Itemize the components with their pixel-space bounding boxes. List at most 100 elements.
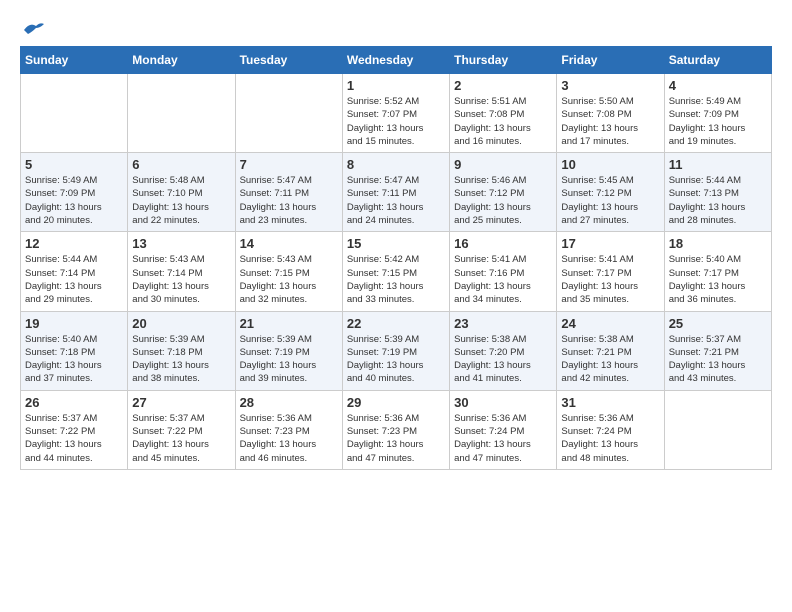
day-number: 31 <box>561 395 659 410</box>
calendar-header-tuesday: Tuesday <box>235 47 342 74</box>
day-number: 21 <box>240 316 338 331</box>
calendar-cell: 4 Sunrise: 5:49 AM Sunset: 7:09 PM Daylig… <box>664 74 771 153</box>
calendar-cell: 8Sunrise: 5:47 AM Sunset: 7:11 PM Daylig… <box>342 153 449 232</box>
day-info: Sunrise: 5:38 AM Sunset: 7:20 PM Dayligh… <box>454 333 552 386</box>
calendar-cell: 16Sunrise: 5:41 AM Sunset: 7:16 PM Dayli… <box>450 232 557 311</box>
day-info: Sunrise: 5:50 AM Sunset: 7:08 PM Dayligh… <box>561 95 659 148</box>
day-info: Sunrise: 5:41 AM Sunset: 7:16 PM Dayligh… <box>454 253 552 306</box>
calendar-header-sunday: Sunday <box>21 47 128 74</box>
day-info: Sunrise: 5:43 AM Sunset: 7:14 PM Dayligh… <box>132 253 230 306</box>
calendar-cell: 3 Sunrise: 5:50 AM Sunset: 7:08 PM Daylig… <box>557 74 664 153</box>
day-info: Sunrise: 5:48 AM Sunset: 7:10 PM Dayligh… <box>132 174 230 227</box>
day-number: 24 <box>561 316 659 331</box>
day-number: 23 <box>454 316 552 331</box>
day-info: Sunrise: 5:36 AM Sunset: 7:23 PM Dayligh… <box>347 412 445 465</box>
day-info: Sunrise: 5:38 AM Sunset: 7:21 PM Dayligh… <box>561 333 659 386</box>
calendar-cell: 27 Sunrise: 5:37 AM Sunset: 7:22 PM Dayli… <box>128 390 235 469</box>
day-number: 2 <box>454 78 552 93</box>
calendar-cell: 11 Sunrise: 5:44 AM Sunset: 7:13 PM Dayli… <box>664 153 771 232</box>
day-number: 4 <box>669 78 767 93</box>
day-info: Sunrise: 5:39 AM Sunset: 7:19 PM Dayligh… <box>240 333 338 386</box>
calendar-cell <box>235 74 342 153</box>
day-number: 19 <box>25 316 123 331</box>
day-number: 17 <box>561 236 659 251</box>
calendar-cell: 14 Sunrise: 5:43 AM Sunset: 7:15 PM Dayli… <box>235 232 342 311</box>
day-info: Sunrise: 5:40 AM Sunset: 7:18 PM Dayligh… <box>25 333 123 386</box>
day-number: 5 <box>25 157 123 172</box>
day-info: Sunrise: 5:49 AM Sunset: 7:09 PM Dayligh… <box>669 95 767 148</box>
day-info: Sunrise: 5:47 AM Sunset: 7:11 PM Dayligh… <box>347 174 445 227</box>
calendar-cell: 20 Sunrise: 5:39 AM Sunset: 7:18 PM Dayli… <box>128 311 235 390</box>
calendar-cell: 18 Sunrise: 5:40 AM Sunset: 7:17 PM Dayli… <box>664 232 771 311</box>
calendar-cell: 29Sunrise: 5:36 AM Sunset: 7:23 PM Dayli… <box>342 390 449 469</box>
day-info: Sunrise: 5:47 AM Sunset: 7:11 PM Dayligh… <box>240 174 338 227</box>
calendar-cell: 30 Sunrise: 5:36 AM Sunset: 7:24 PM Dayli… <box>450 390 557 469</box>
calendar-week-row: 1 Sunrise: 5:52 AM Sunset: 7:07 PM Daylig… <box>21 74 772 153</box>
calendar-cell: 17 Sunrise: 5:41 AM Sunset: 7:17 PM Dayli… <box>557 232 664 311</box>
day-number: 10 <box>561 157 659 172</box>
calendar-week-row: 26 Sunrise: 5:37 AM Sunset: 7:22 PM Dayli… <box>21 390 772 469</box>
calendar-cell: 31 Sunrise: 5:36 AM Sunset: 7:24 PM Dayli… <box>557 390 664 469</box>
calendar-cell: 26 Sunrise: 5:37 AM Sunset: 7:22 PM Dayli… <box>21 390 128 469</box>
day-info: Sunrise: 5:52 AM Sunset: 7:07 PM Dayligh… <box>347 95 445 148</box>
day-number: 11 <box>669 157 767 172</box>
day-number: 1 <box>347 78 445 93</box>
day-info: Sunrise: 5:37 AM Sunset: 7:22 PM Dayligh… <box>25 412 123 465</box>
day-info: Sunrise: 5:37 AM Sunset: 7:21 PM Dayligh… <box>669 333 767 386</box>
day-info: Sunrise: 5:39 AM Sunset: 7:18 PM Dayligh… <box>132 333 230 386</box>
calendar-cell: 21 Sunrise: 5:39 AM Sunset: 7:19 PM Dayli… <box>235 311 342 390</box>
calendar-cell: 6 Sunrise: 5:48 AM Sunset: 7:10 PM Daylig… <box>128 153 235 232</box>
day-number: 20 <box>132 316 230 331</box>
day-number: 6 <box>132 157 230 172</box>
calendar-header-saturday: Saturday <box>664 47 771 74</box>
day-info: Sunrise: 5:44 AM Sunset: 7:13 PM Dayligh… <box>669 174 767 227</box>
logo <box>20 20 46 36</box>
day-info: Sunrise: 5:37 AM Sunset: 7:22 PM Dayligh… <box>132 412 230 465</box>
day-number: 26 <box>25 395 123 410</box>
calendar-header-row: SundayMondayTuesdayWednesdayThursdayFrid… <box>21 47 772 74</box>
day-info: Sunrise: 5:45 AM Sunset: 7:12 PM Dayligh… <box>561 174 659 227</box>
day-info: Sunrise: 5:36 AM Sunset: 7:24 PM Dayligh… <box>561 412 659 465</box>
calendar-cell: 25 Sunrise: 5:37 AM Sunset: 7:21 PM Dayli… <box>664 311 771 390</box>
calendar-cell: 15Sunrise: 5:42 AM Sunset: 7:15 PM Dayli… <box>342 232 449 311</box>
calendar-cell <box>664 390 771 469</box>
day-number: 7 <box>240 157 338 172</box>
calendar-cell: 24 Sunrise: 5:38 AM Sunset: 7:21 PM Dayli… <box>557 311 664 390</box>
calendar-week-row: 19 Sunrise: 5:40 AM Sunset: 7:18 PM Dayli… <box>21 311 772 390</box>
day-number: 18 <box>669 236 767 251</box>
day-number: 30 <box>454 395 552 410</box>
day-info: Sunrise: 5:46 AM Sunset: 7:12 PM Dayligh… <box>454 174 552 227</box>
day-number: 9 <box>454 157 552 172</box>
calendar-header-friday: Friday <box>557 47 664 74</box>
calendar-cell: 28Sunrise: 5:36 AM Sunset: 7:23 PM Dayli… <box>235 390 342 469</box>
day-number: 27 <box>132 395 230 410</box>
day-number: 14 <box>240 236 338 251</box>
day-info: Sunrise: 5:44 AM Sunset: 7:14 PM Dayligh… <box>25 253 123 306</box>
calendar-cell: 13 Sunrise: 5:43 AM Sunset: 7:14 PM Dayli… <box>128 232 235 311</box>
calendar-cell: 5Sunrise: 5:49 AM Sunset: 7:09 PM Daylig… <box>21 153 128 232</box>
calendar-table: SundayMondayTuesdayWednesdayThursdayFrid… <box>20 46 772 470</box>
day-info: Sunrise: 5:40 AM Sunset: 7:17 PM Dayligh… <box>669 253 767 306</box>
calendar-cell: 9 Sunrise: 5:46 AM Sunset: 7:12 PM Daylig… <box>450 153 557 232</box>
page-header <box>20 20 772 36</box>
day-number: 3 <box>561 78 659 93</box>
calendar-header-monday: Monday <box>128 47 235 74</box>
calendar-cell: 12 Sunrise: 5:44 AM Sunset: 7:14 PM Dayli… <box>21 232 128 311</box>
calendar-cell: 22 Sunrise: 5:39 AM Sunset: 7:19 PM Dayli… <box>342 311 449 390</box>
day-info: Sunrise: 5:51 AM Sunset: 7:08 PM Dayligh… <box>454 95 552 148</box>
day-info: Sunrise: 5:43 AM Sunset: 7:15 PM Dayligh… <box>240 253 338 306</box>
day-number: 22 <box>347 316 445 331</box>
day-info: Sunrise: 5:41 AM Sunset: 7:17 PM Dayligh… <box>561 253 659 306</box>
calendar-week-row: 12 Sunrise: 5:44 AM Sunset: 7:14 PM Dayli… <box>21 232 772 311</box>
day-number: 12 <box>25 236 123 251</box>
calendar-cell: 10 Sunrise: 5:45 AM Sunset: 7:12 PM Dayli… <box>557 153 664 232</box>
day-info: Sunrise: 5:42 AM Sunset: 7:15 PM Dayligh… <box>347 253 445 306</box>
calendar-cell <box>128 74 235 153</box>
day-info: Sunrise: 5:36 AM Sunset: 7:24 PM Dayligh… <box>454 412 552 465</box>
calendar-cell: 19 Sunrise: 5:40 AM Sunset: 7:18 PM Dayli… <box>21 311 128 390</box>
calendar-week-row: 5Sunrise: 5:49 AM Sunset: 7:09 PM Daylig… <box>21 153 772 232</box>
day-number: 25 <box>669 316 767 331</box>
calendar-cell <box>21 74 128 153</box>
day-info: Sunrise: 5:39 AM Sunset: 7:19 PM Dayligh… <box>347 333 445 386</box>
day-number: 13 <box>132 236 230 251</box>
